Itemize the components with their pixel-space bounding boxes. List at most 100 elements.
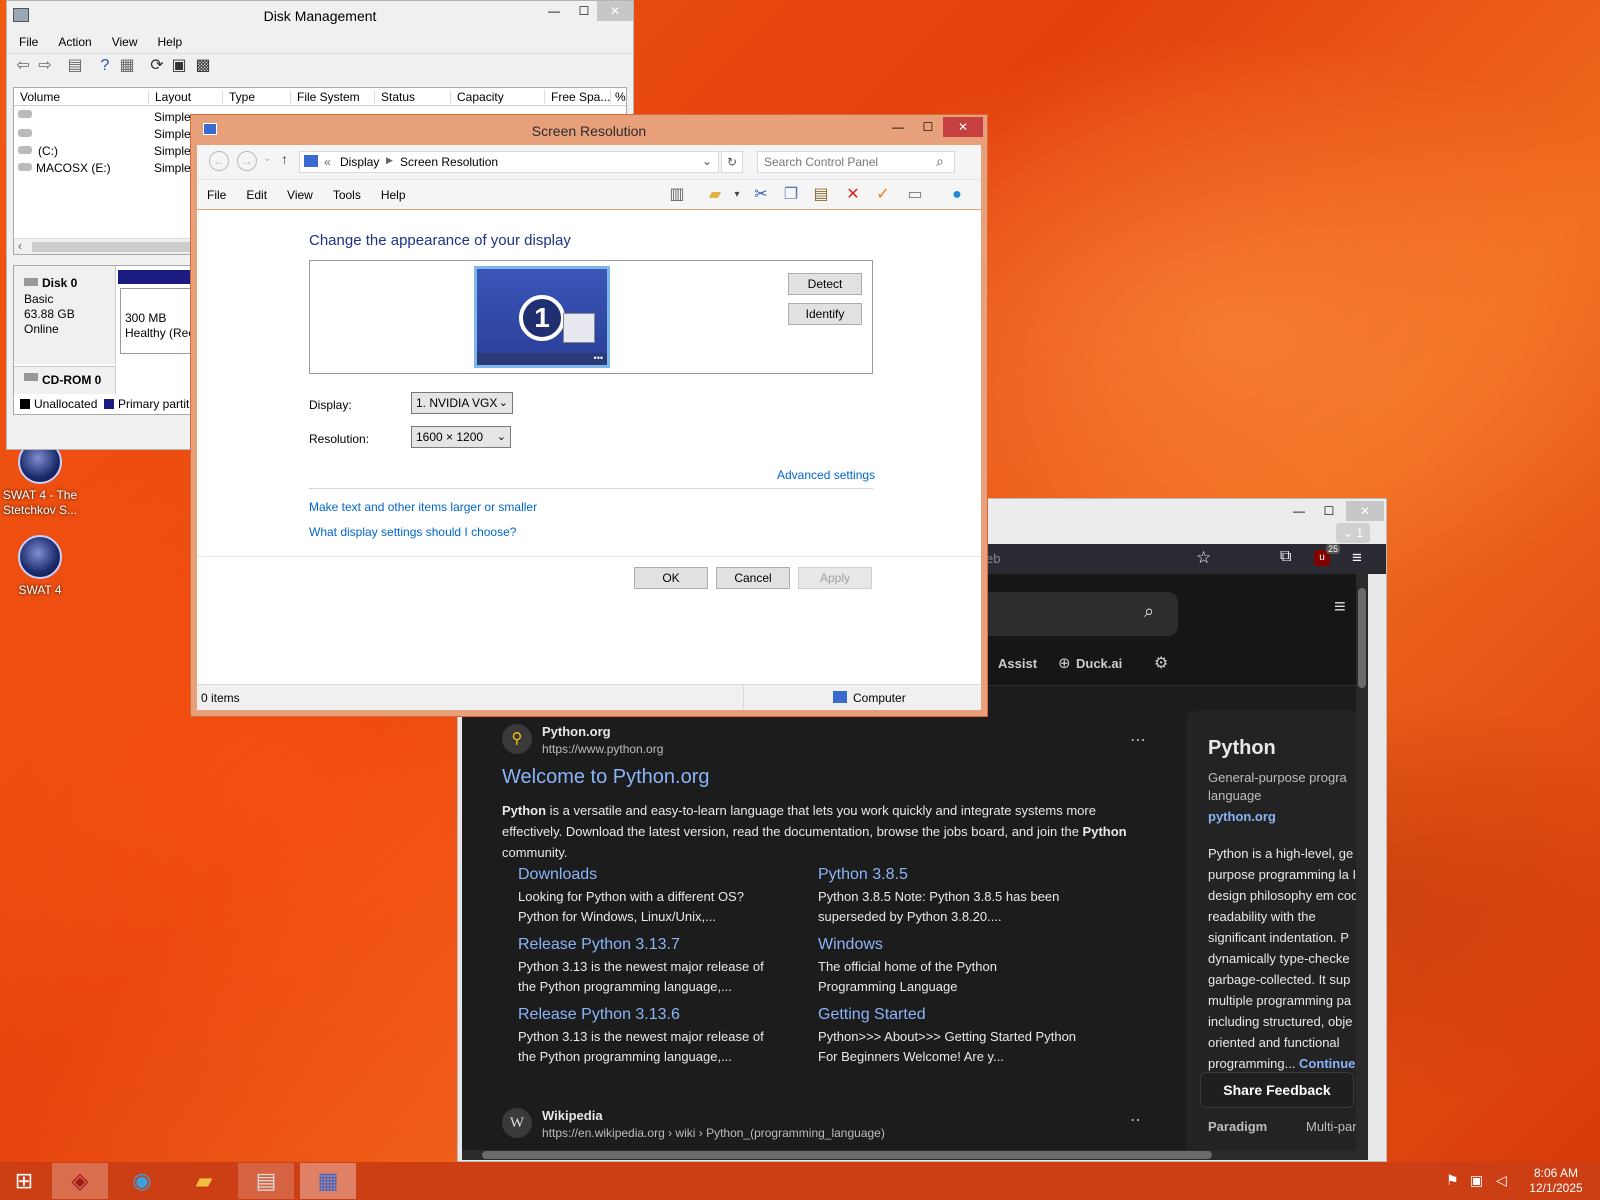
taskbar-app-red-icon[interactable]: ◈: [52, 1163, 108, 1199]
address-bar[interactable]: « Display ▶ Screen Resolution ⌄: [299, 151, 719, 173]
minimize-button[interactable]: —: [883, 117, 913, 137]
menu-tools[interactable]: Tools: [323, 188, 371, 202]
result-site-name[interactable]: Wikipedia: [542, 1108, 603, 1123]
maximize-button[interactable]: ☐: [569, 1, 599, 21]
menu-view[interactable]: View: [277, 188, 323, 202]
search-icon[interactable]: ⌕: [936, 153, 944, 170]
disk-0-label[interactable]: Disk 0 Basic 63.88 GB Online: [14, 266, 116, 364]
back-arrow-icon[interactable]: ←: [209, 151, 229, 171]
help-icon[interactable]: ?: [95, 56, 115, 76]
sitelink[interactable]: Windows The official home of the Python …: [818, 936, 1078, 997]
properties-icon[interactable]: ▭: [905, 185, 925, 205]
identify-button[interactable]: Identify: [788, 303, 862, 325]
copy-icon[interactable]: ❐: [781, 185, 801, 205]
tab-list-button[interactable]: ⌄ 1: [1336, 523, 1370, 543]
app-menu-icon[interactable]: ≡: [1352, 548, 1362, 568]
address-bar-text[interactable]: eb: [986, 551, 1000, 566]
checkmark-icon[interactable]: ✓: [873, 185, 893, 205]
menu-help[interactable]: Help: [371, 188, 416, 202]
forward-arrow-icon[interactable]: ⇨: [35, 56, 55, 76]
hamburger-menu-icon[interactable]: ≡: [1334, 596, 1346, 619]
sitelink[interactable]: Release Python 3.13.6 Python 3.13 is the…: [518, 1006, 778, 1067]
desktop-icon-swat4[interactable]: SWAT 4: [0, 535, 80, 597]
nav-assist[interactable]: Assist: [998, 656, 1037, 671]
properties-icon[interactable]: ▦: [117, 56, 137, 76]
search-icon[interactable]: ⌕: [1144, 601, 1154, 622]
menu-file[interactable]: File: [197, 188, 236, 202]
sitelink-title[interactable]: Release Python 3.13.6: [518, 1006, 778, 1024]
more-options-icon[interactable]: ⋯: [1130, 1110, 1142, 1130]
resolution-select[interactable]: 1600 × 1200 ⌄: [411, 426, 511, 448]
start-windows-icon[interactable]: ⊞: [0, 1163, 48, 1199]
text-size-link[interactable]: Make text and other items larger or smal…: [309, 500, 537, 514]
up-arrow-icon[interactable]: ↑: [281, 151, 288, 167]
delete-icon[interactable]: ✕: [843, 185, 863, 205]
maximize-button[interactable]: ☐: [913, 117, 943, 137]
breadcrumb-prefix[interactable]: «: [324, 155, 331, 169]
partition-box[interactable]: 300 MB Healthy (Rec: [120, 288, 200, 354]
menu-help[interactable]: Help: [148, 35, 193, 49]
taskbar-file-explorer-icon[interactable]: ▰: [176, 1163, 232, 1199]
refresh-icon[interactable]: ⟳: [147, 56, 167, 76]
recent-chevron-icon[interactable]: ⌄: [263, 153, 271, 164]
menu-file[interactable]: File: [9, 35, 48, 49]
column-header[interactable]: Status: [374, 90, 415, 104]
scroll-left-icon[interactable]: ‹: [18, 239, 22, 253]
clock[interactable]: 8:06 AM 12/1/2025: [1516, 1166, 1596, 1196]
globe-icon[interactable]: ●: [947, 185, 967, 205]
action-center-flag-icon[interactable]: ⚑: [1446, 1172, 1459, 1189]
result-url[interactable]: https://www.python.org: [542, 742, 663, 756]
sitelink[interactable]: Release Python 3.13.7 Python 3.13 is the…: [518, 936, 778, 997]
ok-button[interactable]: OK: [634, 567, 708, 589]
network-icon[interactable]: ▣: [1470, 1172, 1483, 1189]
breadcrumb-screen-resolution[interactable]: Screen Resolution: [400, 155, 498, 169]
share-feedback-button[interactable]: Share Feedback: [1200, 1072, 1354, 1108]
nav-duckai[interactable]: Duck.ai: [1076, 656, 1122, 671]
sitelink-title[interactable]: Release Python 3.13.7: [518, 936, 778, 954]
cut-icon[interactable]: ✂: [751, 185, 771, 205]
horizontal-scrollbar[interactable]: [462, 1150, 1368, 1160]
bookmark-star-icon[interactable]: ☆: [1196, 548, 1211, 568]
forward-arrow-icon[interactable]: →: [237, 151, 257, 171]
detect-button[interactable]: Detect: [788, 273, 862, 295]
taskbar-control-panel-icon[interactable]: ▦: [300, 1163, 356, 1199]
cancel-button[interactable]: Cancel: [716, 567, 790, 589]
refresh-icon[interactable]: ↻: [721, 151, 743, 173]
continue-link[interactable]: Continue: [1299, 1056, 1355, 1071]
settings-icon[interactable]: ▣: [169, 56, 189, 76]
sitelink-title[interactable]: Python 3.8.5: [818, 866, 1078, 884]
address-dropdown-icon[interactable]: ⌄: [702, 154, 712, 168]
folder-options-icon[interactable]: ▰: [705, 185, 725, 205]
scroll-thumb[interactable]: [1358, 588, 1366, 688]
more-options-icon[interactable]: ⋯: [1130, 730, 1146, 750]
advanced-settings-link[interactable]: Advanced settings: [777, 468, 875, 482]
menu-edit[interactable]: Edit: [236, 188, 277, 202]
search-box[interactable]: Search Control Panel ⌕: [757, 151, 955, 173]
column-header[interactable]: Capacity: [450, 90, 504, 104]
scroll-thumb[interactable]: [482, 1151, 1212, 1159]
volume-muted-icon[interactable]: ◁: [1496, 1172, 1507, 1189]
back-arrow-icon[interactable]: ⇦: [13, 56, 33, 76]
minimize-button[interactable]: —: [1284, 501, 1314, 521]
column-header[interactable]: %: [610, 90, 626, 104]
dropdown-chevron-icon[interactable]: ▾: [727, 185, 747, 205]
sitelink[interactable]: Getting Started Python>>> About>>> Getti…: [818, 1006, 1078, 1067]
desktop-icon-swat4-stetchkov[interactable]: SWAT 4 - The Stetchkov S...: [0, 440, 80, 518]
column-header[interactable]: File System: [290, 90, 360, 104]
vertical-scrollbar[interactable]: [1356, 574, 1368, 1150]
column-header[interactable]: Volume: [20, 90, 60, 104]
scroll-thumb[interactable]: [32, 242, 202, 252]
layout-pane-icon[interactable]: ▥: [667, 185, 687, 205]
apply-button[interactable]: Apply: [798, 567, 872, 589]
extensions-puzzle-icon[interactable]: ⧉: [1280, 548, 1291, 566]
console-tree-icon[interactable]: ▤: [65, 56, 85, 76]
sitelink[interactable]: Python 3.8.5 Python 3.8.5 Note: Python 3…: [818, 866, 1078, 927]
sitelink[interactable]: Downloads Looking for Python with a diff…: [518, 866, 778, 927]
cdrom-label[interactable]: CD-ROM 0: [14, 366, 116, 394]
settings-gear-icon[interactable]: ⚙: [1154, 653, 1168, 673]
taskbar-disk-management-icon[interactable]: ▤: [238, 1163, 294, 1199]
sitelink-title[interactable]: Windows: [818, 936, 1078, 954]
monitor-1-tile[interactable]: 1 •••: [474, 266, 610, 368]
rescan-icon[interactable]: ▩: [193, 56, 213, 76]
sitelink-title[interactable]: Getting Started: [818, 1006, 1078, 1024]
